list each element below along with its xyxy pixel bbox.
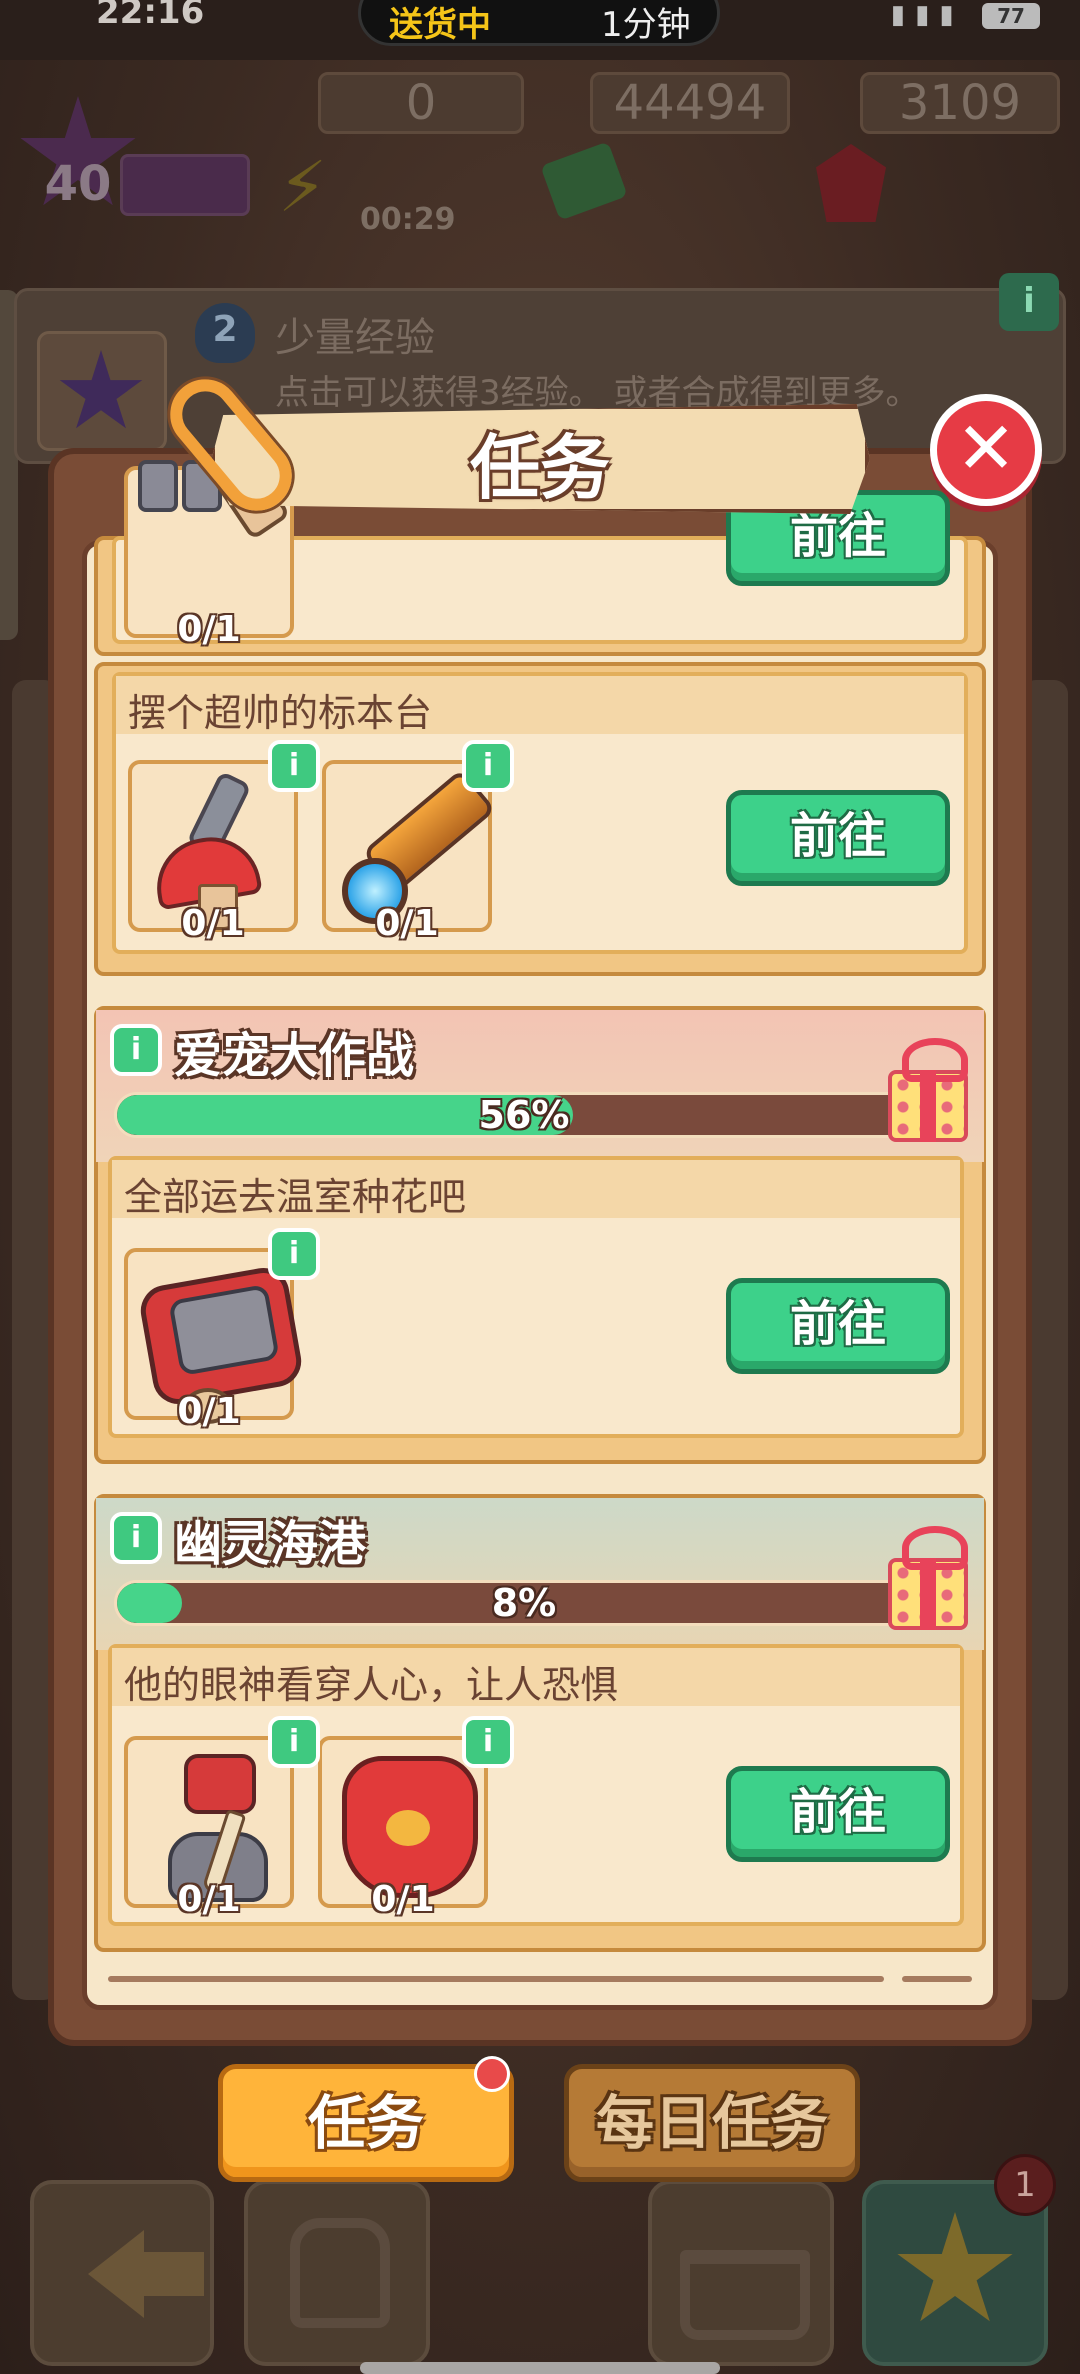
xp-bar bbox=[120, 154, 250, 216]
shelf-item-icon bbox=[138, 460, 178, 512]
task-header: 摆个超帅的标本台 bbox=[116, 676, 964, 735]
slot-count: 0/1 bbox=[371, 1879, 435, 1920]
info-icon[interactable]: i bbox=[110, 1512, 162, 1564]
slot-count: 0/1 bbox=[375, 903, 439, 944]
go-button[interactable]: 前往 bbox=[726, 1278, 950, 1374]
item-slot bbox=[37, 331, 167, 451]
battery-icon: 77 bbox=[982, 3, 1040, 29]
energy-box[interactable]: 0 bbox=[318, 72, 524, 134]
info-icon[interactable]: i bbox=[462, 740, 514, 792]
chapter-title: 爱宠大作战 bbox=[174, 1028, 415, 1084]
star-icon bbox=[59, 350, 143, 429]
info-icon[interactable]: i bbox=[462, 1716, 514, 1768]
gems-box[interactable]: 3109 bbox=[860, 72, 1060, 134]
tab-tasks[interactable]: 任务 bbox=[218, 2064, 514, 2182]
scrollbar-thumb[interactable] bbox=[902, 1976, 972, 1982]
modal-title: 任务 bbox=[470, 427, 610, 509]
progress-label: 8% bbox=[491, 1581, 557, 1625]
signal-icon: ▮▮▮ bbox=[890, 0, 964, 30]
task-header: 他的眼神看穿人心，让人恐惧 bbox=[112, 1648, 960, 1707]
backpack-icon bbox=[290, 2218, 390, 2328]
info-icon[interactable]: i bbox=[268, 1716, 320, 1768]
task-title: 摆个超帅的标本台 bbox=[128, 691, 433, 735]
notification-dot bbox=[474, 2056, 510, 2092]
slot-count: 0/1 bbox=[177, 1391, 241, 1432]
slot-count: 0/1 bbox=[177, 609, 241, 650]
delivery-eta: 1分钟 bbox=[601, 5, 691, 45]
scroll-track bbox=[108, 1976, 884, 1982]
go-button[interactable]: 前往 bbox=[726, 1766, 950, 1862]
task-title: 全部运去温室种花吧 bbox=[124, 1175, 467, 1219]
info-button[interactable]: i bbox=[999, 273, 1059, 331]
delivery-pill[interactable]: 送货中 1分钟 bbox=[358, 0, 720, 46]
back-arrow-icon bbox=[88, 2230, 208, 2318]
info-icon[interactable]: i bbox=[268, 1228, 320, 1280]
lightning-icon: ⚡ bbox=[278, 146, 328, 228]
info-icon[interactable]: i bbox=[110, 1024, 162, 1076]
glove-spot-icon bbox=[386, 1810, 430, 1846]
status-time: 22:16 bbox=[96, 0, 205, 32]
item-title: 少量经验 bbox=[275, 315, 435, 361]
gift-box-icon[interactable] bbox=[888, 1526, 968, 1630]
chapter-progress-bar: 8% bbox=[114, 1580, 934, 1626]
basket-icon bbox=[680, 2250, 810, 2340]
status-bar: 22:16 送货中 1分钟 ▮▮▮ 77 bbox=[0, 0, 1080, 60]
home-indicator[interactable] bbox=[360, 2362, 720, 2374]
slot-count: 0/1 bbox=[177, 1879, 241, 1920]
status-icons: ▮▮▮ 77 bbox=[891, 0, 1040, 30]
energy-value: 0 bbox=[405, 75, 437, 131]
task-title: 他的眼神看穿人心，让人恐惧 bbox=[124, 1663, 619, 1707]
go-button[interactable]: 前往 bbox=[726, 790, 950, 886]
gift-box-icon[interactable] bbox=[888, 1038, 968, 1142]
task-header: 全部运去温室种花吧 bbox=[112, 1160, 960, 1219]
badge-number: 2 bbox=[212, 309, 238, 350]
chapter-progress-bar: 56% bbox=[114, 1092, 934, 1138]
energy-timer: 00:29 bbox=[360, 202, 456, 237]
notification-badge: 1 bbox=[994, 2154, 1056, 2216]
progress-label: 56% bbox=[478, 1093, 570, 1137]
tab-daily-tasks[interactable]: 每日任务 bbox=[564, 2064, 860, 2182]
gems-value: 3109 bbox=[898, 75, 1022, 131]
cash-box[interactable]: 44494 bbox=[590, 72, 790, 134]
cash-value: 44494 bbox=[613, 75, 767, 131]
slot-count: 0/1 bbox=[181, 903, 245, 944]
tool-head-icon bbox=[184, 1754, 256, 1814]
level-number: 40 bbox=[44, 156, 112, 212]
delivery-status: 送货中 bbox=[389, 5, 491, 45]
info-icon[interactable]: i bbox=[268, 740, 320, 792]
close-button[interactable]: ✕ bbox=[930, 394, 1042, 506]
chapter-title: 幽灵海港 bbox=[174, 1516, 367, 1572]
